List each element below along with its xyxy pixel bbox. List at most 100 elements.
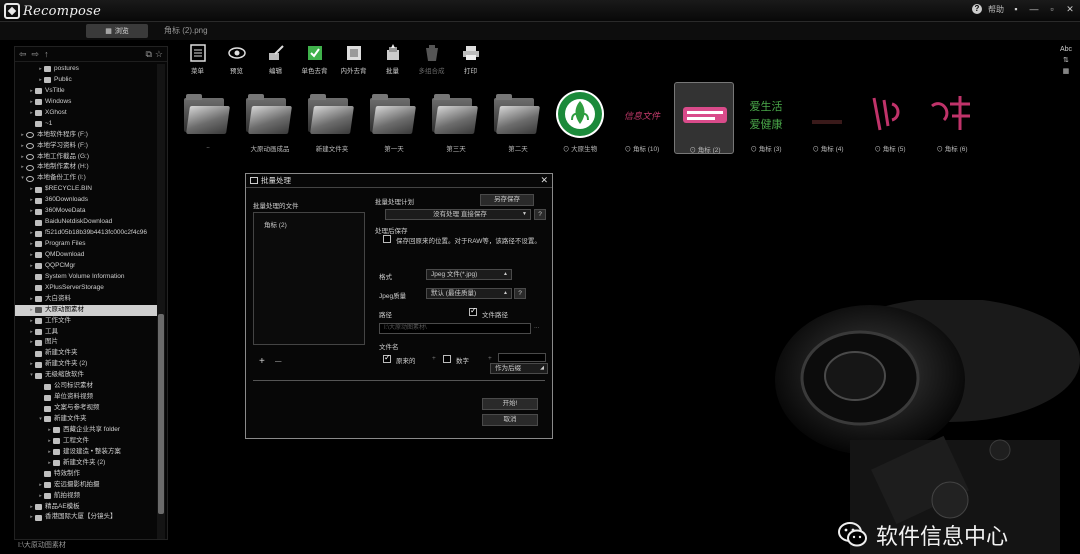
thumbnail-item[interactable]: 第二天: [488, 82, 548, 154]
expand-arrow-icon[interactable]: ▸: [28, 195, 35, 206]
minimize-button[interactable]: —: [1028, 3, 1040, 15]
toolbar-button-eye[interactable]: 预览: [217, 44, 256, 80]
thumbnail-item[interactable]: 信息文件 ⊙ 角标 (10): [612, 82, 672, 154]
back-arrow-icon[interactable]: ⇦: [19, 49, 27, 60]
expand-arrow-icon[interactable]: ▾: [19, 173, 26, 184]
tree-item[interactable]: ▸ 360MoveData: [15, 206, 157, 217]
expand-arrow-icon[interactable]: ▸: [28, 327, 35, 338]
expand-arrow-icon[interactable]: ▸: [28, 294, 35, 305]
toolbar-button-inout-remove-bg[interactable]: 内外去背: [334, 44, 373, 80]
cancel-button[interactable]: 取消: [482, 414, 538, 426]
tree-item[interactable]: ▸ 新建文件夹 (2): [15, 458, 157, 469]
expand-arrow-icon[interactable]: ▾: [37, 414, 44, 425]
tree-item[interactable]: BaiduNetdiskDownload: [15, 217, 157, 228]
browse-path-button[interactable]: ...: [534, 323, 539, 330]
grid-view-icon[interactable]: ▦: [1063, 67, 1070, 75]
expand-arrow-icon[interactable]: ▸: [19, 130, 26, 141]
path-input[interactable]: I:\大原动图素材\: [379, 323, 531, 334]
number-checkbox[interactable]: [443, 355, 451, 363]
tree-item[interactable]: ▸ 大原动图素材: [15, 304, 157, 316]
toolbar-button-multi-compose[interactable]: 多组合成: [412, 44, 451, 80]
tree-item[interactable]: ▸ $RECYCLE.BIN: [15, 184, 157, 195]
sort-label[interactable]: Abc: [1060, 46, 1072, 53]
tree-item[interactable]: ▸ 工程文件: [15, 436, 157, 447]
expand-arrow-icon[interactable]: ▸: [37, 75, 44, 86]
thumbnail-item[interactable]: ⊙ 角标 (4): [798, 82, 858, 154]
tree-item[interactable]: ▸ f521d05b18b39b4413fc000c2f4c96: [15, 228, 157, 239]
sidebar-scrollbar[interactable]: [157, 64, 165, 539]
thumbnail-item[interactable]: 爱生活 爱健康 ⊙ 角标 (3): [736, 82, 796, 154]
expand-arrow-icon[interactable]: ▸: [37, 64, 44, 75]
scroll-thumb[interactable]: [158, 314, 164, 514]
expand-arrow-icon[interactable]: ▸: [46, 458, 53, 469]
tree-item[interactable]: ▸ 精品AE模板: [15, 502, 157, 513]
expand-arrow-icon[interactable]: ▸: [28, 86, 35, 97]
expand-arrow-icon[interactable]: ▸: [19, 141, 26, 152]
expand-arrow-icon[interactable]: ▸: [28, 261, 35, 272]
original-name-checkbox[interactable]: [383, 353, 391, 363]
thumbnail-item[interactable]: ⊙ 角标 (5): [860, 82, 920, 154]
tree-item[interactable]: ▸ 西藏企业共享 folder: [15, 425, 157, 436]
expand-arrow-icon[interactable]: ▸: [28, 184, 35, 195]
quality-help-button[interactable]: ?: [514, 288, 526, 299]
expand-arrow-icon[interactable]: ▸: [19, 162, 26, 173]
help-icon[interactable]: ?: [972, 4, 982, 14]
file-path-checkbox[interactable]: [469, 306, 477, 316]
expand-arrow-icon[interactable]: ▸: [28, 359, 35, 370]
favorite-star-icon[interactable]: ☆: [155, 49, 163, 60]
save-plan-button[interactable]: 另存保存: [480, 194, 534, 206]
tree-item[interactable]: ▸ postures: [15, 64, 157, 75]
tree-item[interactable]: ▸ 新建文件夹 (2): [15, 359, 157, 370]
tree-item[interactable]: 特效制作: [15, 469, 157, 480]
maximize-button[interactable]: ▫: [1046, 3, 1058, 15]
tree-item[interactable]: ▸ QQPCMgr: [15, 261, 157, 272]
tree-item[interactable]: ~1: [15, 119, 157, 130]
expand-arrow-icon[interactable]: ▾: [28, 370, 35, 381]
expand-arrow-icon[interactable]: ▸: [28, 250, 35, 261]
expand-arrow-icon[interactable]: ▸: [28, 337, 35, 348]
copy-icon[interactable]: ⧉: [145, 49, 151, 60]
tree-item[interactable]: ▸ XGhost: [15, 108, 157, 119]
dialog-close-icon[interactable]: ✕: [540, 175, 548, 186]
tree-item[interactable]: ▸ 本地学习资料 (F:): [15, 141, 157, 152]
toolbar-button-edit[interactable]: 编辑: [256, 44, 295, 80]
expand-arrow-icon[interactable]: ▸: [28, 206, 35, 217]
expand-arrow-icon[interactable]: ▸: [28, 316, 35, 327]
tree-item[interactable]: 新建文件夹: [15, 348, 157, 359]
thumbnail-item[interactable]: ⊙ 大原生物: [550, 82, 610, 154]
tree-item[interactable]: ▸ 工作文件: [15, 316, 157, 327]
tree-item[interactable]: ▸ 香港国际大厦【分镜头】: [15, 512, 157, 523]
expand-arrow-icon[interactable]: ▸: [28, 512, 35, 523]
expand-arrow-icon[interactable]: ▸: [28, 97, 35, 108]
sort-icon[interactable]: ⇅: [1063, 56, 1069, 64]
thumbnail-item[interactable]: 第一天: [364, 82, 424, 154]
tree-item[interactable]: ▸ 建设建造 • 整装方案: [15, 447, 157, 458]
expand-arrow-icon[interactable]: ▸: [19, 152, 26, 163]
start-button[interactable]: 开始!: [482, 398, 538, 410]
suffix-input[interactable]: [498, 353, 546, 362]
expand-arrow-icon[interactable]: ▸: [37, 491, 44, 502]
save-original-checkbox[interactable]: [383, 235, 391, 243]
tree-item[interactable]: ▸ 本地工作截品 (G:): [15, 152, 157, 163]
remove-file-button[interactable]: —: [275, 358, 282, 365]
expand-arrow-icon[interactable]: ▸: [46, 447, 53, 458]
suffix-select[interactable]: 作为后缀 ◢: [490, 363, 548, 374]
expand-arrow-icon[interactable]: ▸: [28, 228, 35, 239]
tree-item[interactable]: ▾ 新建文件夹: [15, 414, 157, 425]
expand-arrow-icon[interactable]: ▸: [28, 502, 35, 513]
help-label[interactable]: 帮助: [988, 4, 1004, 15]
toolbar-button-menu[interactable]: 菜单: [178, 44, 217, 80]
expand-arrow-icon[interactable]: ▸: [28, 305, 35, 316]
up-folder-icon[interactable]: ↑: [44, 49, 49, 59]
tree-item[interactable]: ▾ 无级缩放软件: [15, 370, 157, 381]
toolbar-button-batch[interactable]: 批量: [373, 44, 412, 80]
tree-item[interactable]: ▾ 本地备份工作 (I:): [15, 173, 157, 184]
file-list-item[interactable]: 角标 (2): [264, 219, 287, 229]
tree-item[interactable]: ▸ Program Files: [15, 239, 157, 250]
tree-item[interactable]: 文案与参考视频: [15, 403, 157, 414]
tab-browse[interactable]: ▦ 浏览: [86, 24, 148, 38]
expand-arrow-icon[interactable]: ▸: [28, 108, 35, 119]
format-select[interactable]: Jpeg 文件(*.jpg) ▲: [426, 269, 512, 280]
tree-item[interactable]: XPlusServerStorage: [15, 283, 157, 294]
thumbnail-item[interactable]: ⊙ 角标 (2): [674, 82, 734, 154]
